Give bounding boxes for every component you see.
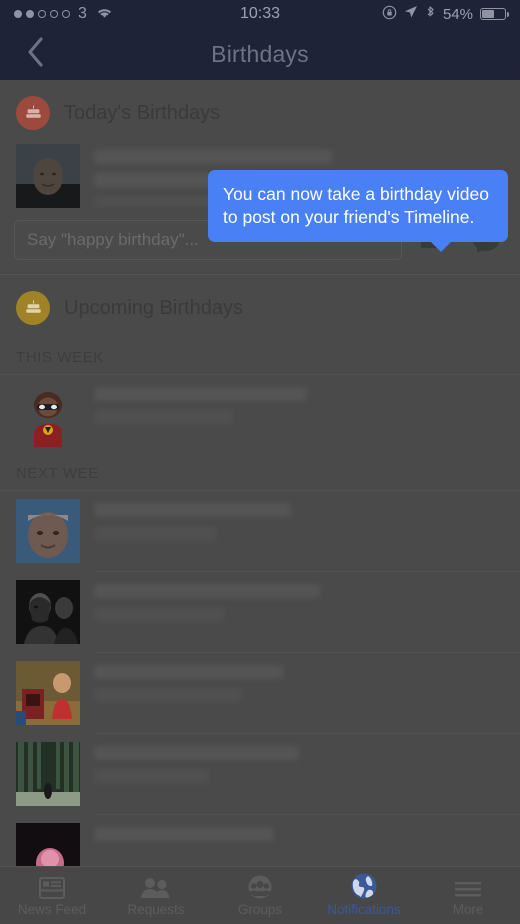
tooltip-text: You can now take a birthday video to pos… <box>223 184 489 228</box>
friend-name-placeholder <box>94 580 504 621</box>
friend-requests-icon <box>141 875 171 899</box>
friend-name-placeholder <box>94 383 504 424</box>
globe-icon <box>351 873 377 899</box>
tab-requests[interactable]: Requests <box>104 875 208 917</box>
friend-name-placeholder <box>94 499 504 540</box>
tab-label: Requests <box>127 901 185 917</box>
avatar[interactable] <box>16 823 80 866</box>
page-title: Birthdays <box>211 40 309 67</box>
subheader-next-week: NEXT WEE <box>16 465 99 482</box>
list-item[interactable] <box>0 572 520 652</box>
friend-name-placeholder <box>94 742 504 783</box>
tab-news-feed[interactable]: News Feed <box>0 875 104 917</box>
battery-percent-label: 54% <box>442 5 473 23</box>
bluetooth-icon <box>425 5 436 24</box>
list-item[interactable] <box>0 375 520 455</box>
list-item[interactable] <box>0 653 520 733</box>
tab-label: Notifications <box>327 901 401 917</box>
tooltip-arrow-icon <box>430 241 452 253</box>
navigation-bar: Birthdays <box>0 28 520 80</box>
battery-icon <box>480 8 509 20</box>
status-bar-right: 54% <box>382 5 509 24</box>
tab-more[interactable]: More <box>416 875 520 917</box>
section-title: Today's Birthdays <box>64 101 221 124</box>
section-header-upcoming-birthdays: Upcoming Birthdays <box>0 275 520 339</box>
avatar[interactable] <box>16 383 80 447</box>
birthday-cake-icon <box>16 96 50 130</box>
friend-name-placeholder <box>94 661 504 702</box>
subheader-this-week: THIS WEEK <box>16 349 104 366</box>
avatar[interactable] <box>16 580 80 644</box>
status-bar-left: 3 <box>14 5 113 23</box>
news-feed-icon <box>39 875 65 899</box>
carrier-label: 3 <box>78 5 87 22</box>
location-arrow-icon <box>404 5 418 23</box>
tab-groups[interactable]: Groups <box>208 875 312 917</box>
tooltip-birthday-video[interactable]: You can now take a birthday video to pos… <box>208 170 508 253</box>
wifi-icon <box>96 6 113 23</box>
hamburger-menu-icon <box>454 875 482 899</box>
tab-notifications[interactable]: Notifications <box>312 873 416 917</box>
rotation-lock-icon <box>382 5 397 24</box>
birthday-cake-icon <box>16 291 50 325</box>
friend-name-placeholder <box>94 823 504 841</box>
status-bar: 3 10:33 54% <box>0 0 520 28</box>
list-item[interactable] <box>0 491 520 571</box>
avatar[interactable] <box>16 144 80 208</box>
avatar[interactable] <box>16 742 80 806</box>
tab-label: More <box>452 901 484 917</box>
groups-icon <box>247 875 273 899</box>
list-item[interactable] <box>0 734 520 814</box>
bottom-tab-bar: News Feed Requests Groups Notifications … <box>0 866 520 924</box>
section-title: Upcoming Birthdays <box>64 296 243 319</box>
section-header-todays-birthdays: Today's Birthdays <box>0 80 520 144</box>
signal-strength-dots <box>14 10 70 18</box>
avatar[interactable] <box>16 499 80 563</box>
tab-label: Groups <box>237 901 283 917</box>
tab-label: News Feed <box>17 901 87 917</box>
chevron-left-icon <box>26 37 44 72</box>
back-button[interactable] <box>18 37 52 71</box>
list-item[interactable] <box>0 815 520 866</box>
avatar[interactable] <box>16 661 80 725</box>
